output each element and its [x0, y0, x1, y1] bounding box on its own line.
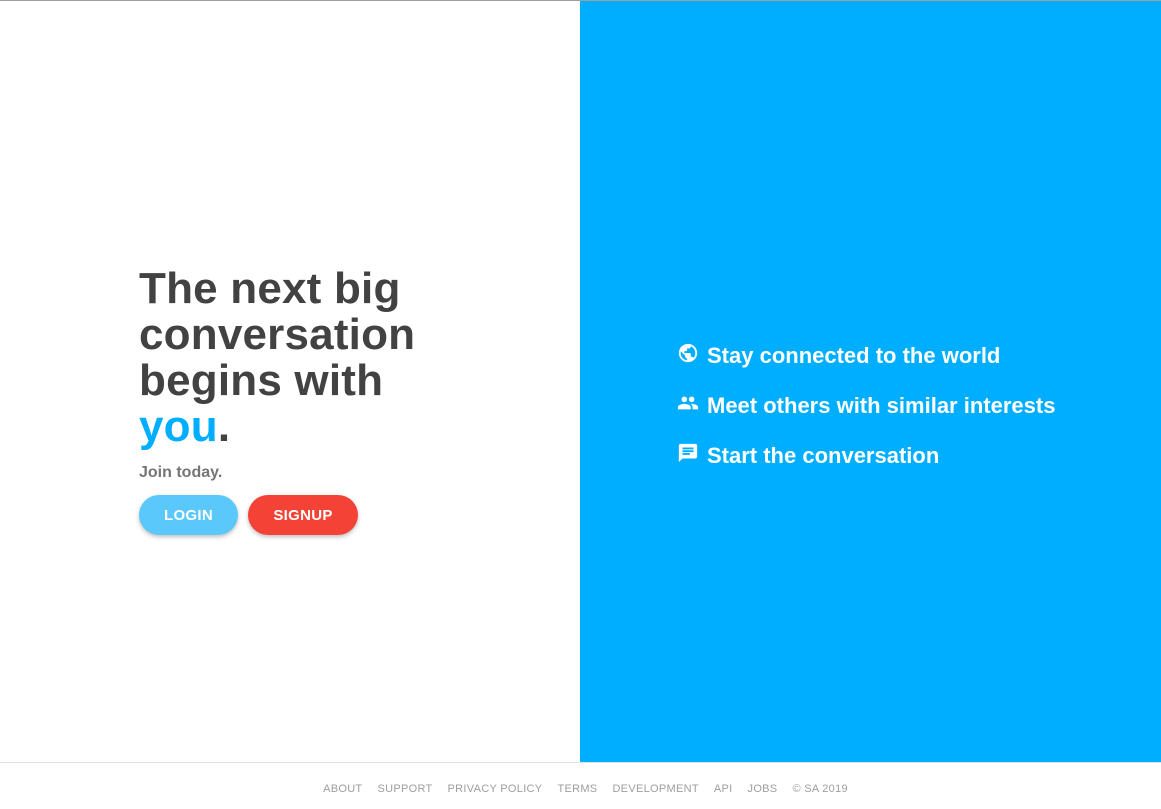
hero-section: The next big conversation begins with yo… — [139, 266, 469, 535]
footer-link-about[interactable]: ABOUT — [323, 783, 362, 795]
landing-page: The next big conversation begins with yo… — [0, 0, 1161, 809]
auth-buttons: LOGIN SIGNUP — [139, 495, 469, 535]
headline: The next big conversation begins with yo… — [139, 266, 469, 450]
feature-item-connected: Stay connected to the world — [677, 341, 1055, 391]
footer-link-privacy-policy[interactable]: PRIVACY POLICY — [448, 783, 543, 795]
footer-link-support[interactable]: SUPPORT — [377, 783, 432, 795]
footer-link-jobs[interactable]: JOBS — [748, 783, 778, 795]
people-icon — [677, 392, 699, 414]
feature-text: Stay connected to the world — [707, 343, 1001, 368]
footer-link-terms[interactable]: TERMS — [557, 783, 597, 795]
feature-text: Meet others with similar interests — [707, 393, 1056, 418]
feature-item-meet: Meet others with similar interests — [677, 391, 1055, 441]
headline-period: . — [217, 402, 231, 451]
headline-line-3: begins with — [139, 356, 384, 405]
login-button[interactable]: LOGIN — [139, 495, 238, 535]
signup-button[interactable]: SIGNUP — [248, 495, 358, 535]
headline-accent: you — [139, 402, 218, 451]
footer-link-development[interactable]: DEVELOPMENT — [612, 783, 698, 795]
left-pane: The next big conversation begins with yo… — [0, 1, 580, 762]
copyright: © SA 2019 — [792, 783, 848, 795]
feature-list: Stay connected to the world Meet others … — [677, 341, 1055, 491]
chat-icon — [677, 442, 699, 464]
footer: ABOUT SUPPORT PRIVACY POLICY TERMS DEVEL… — [0, 762, 1161, 809]
globe-icon — [677, 342, 699, 364]
headline-line-1: The next big — [139, 264, 401, 313]
headline-line-2: conversation — [139, 310, 416, 359]
feature-text: Start the conversation — [707, 443, 940, 468]
join-tagline: Join today. — [139, 464, 223, 481]
headline-line-4: you. — [139, 404, 469, 450]
footer-links: ABOUT SUPPORT PRIVACY POLICY TERMS DEVEL… — [0, 783, 1161, 795]
footer-link-api[interactable]: API — [714, 783, 733, 795]
feature-item-conversation: Start the conversation — [677, 441, 1055, 491]
